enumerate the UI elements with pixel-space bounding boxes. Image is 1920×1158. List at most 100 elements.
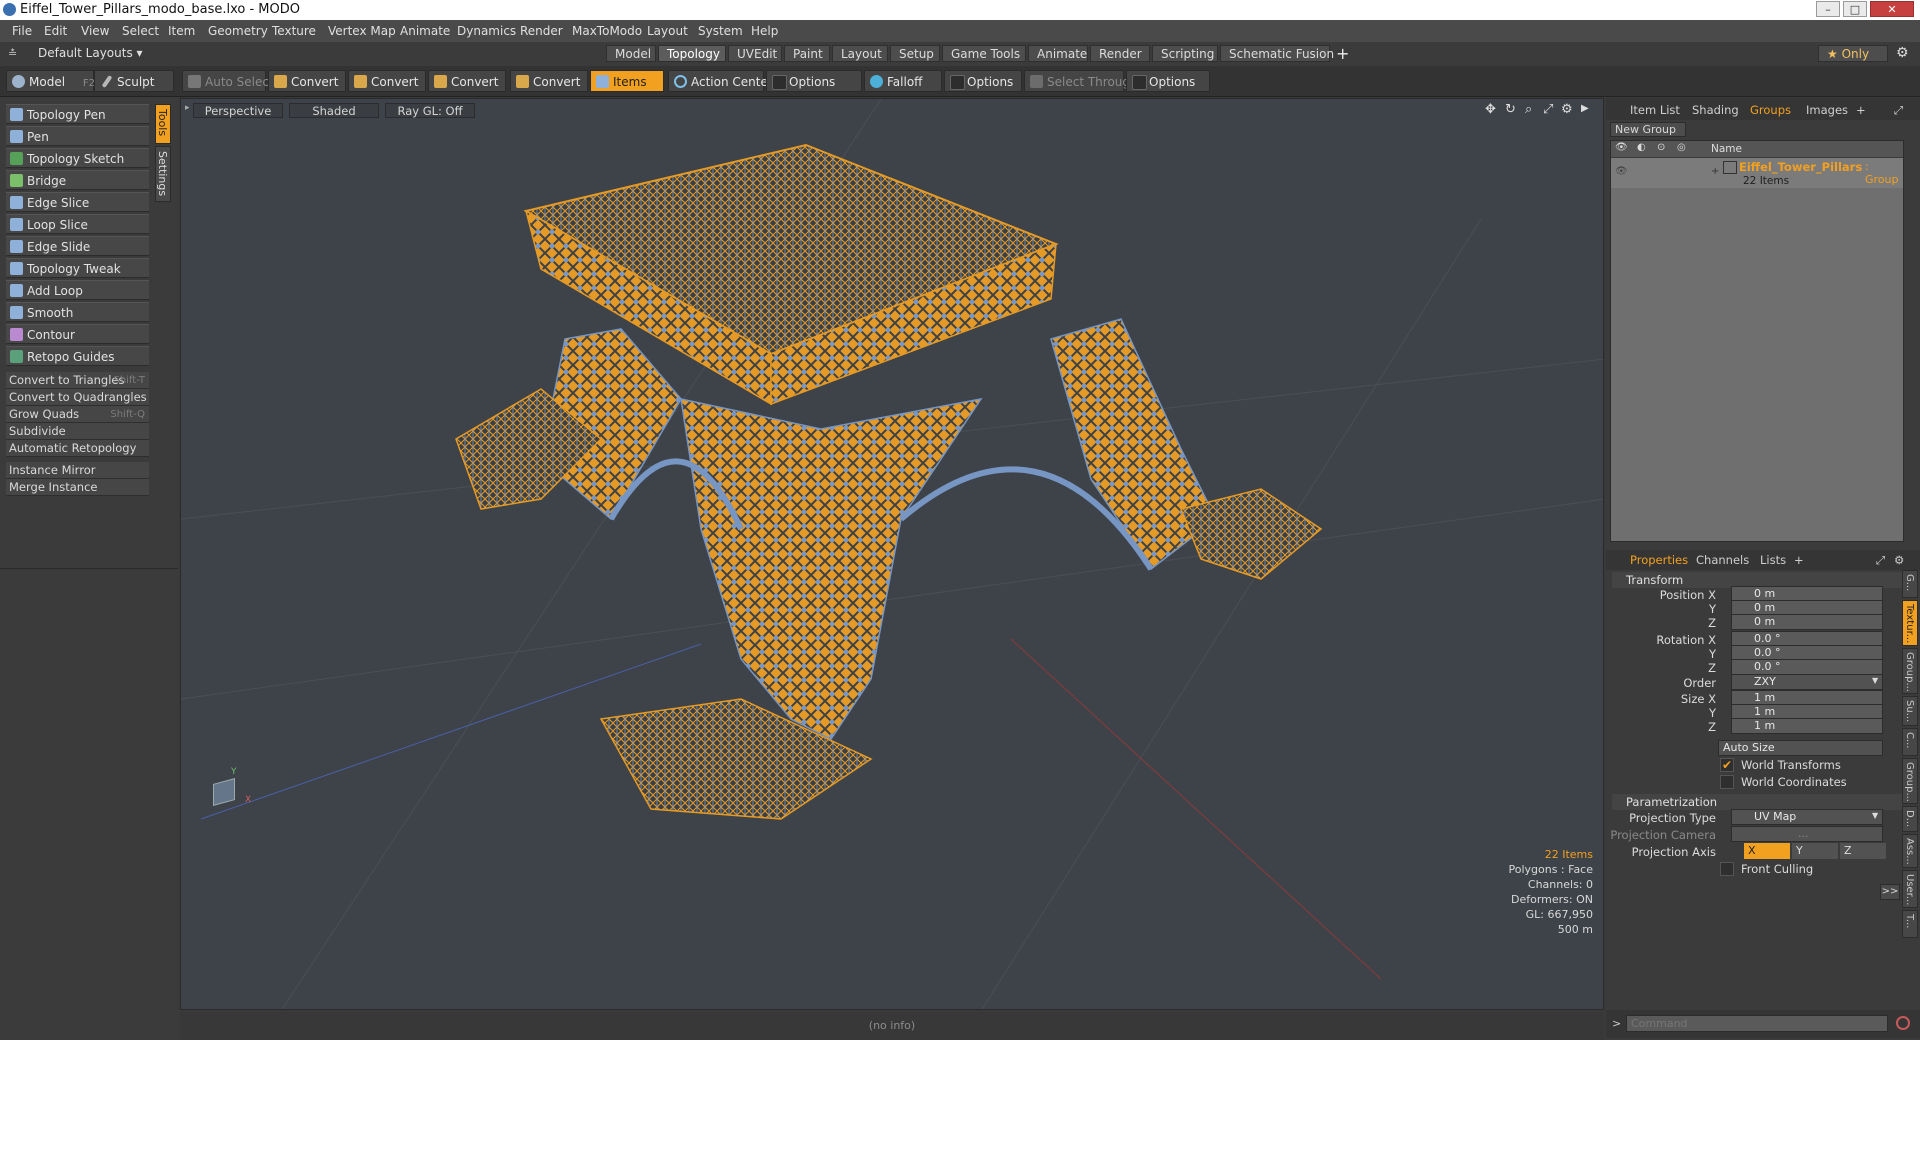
menu-edit[interactable]: Edit [44, 24, 67, 38]
more-properties-button[interactable]: >> [1880, 884, 1900, 900]
side-tab-group[interactable]: Group... [1902, 648, 1918, 694]
menu-item[interactable]: Item [168, 24, 195, 38]
falloff-button[interactable]: Falloff [864, 70, 942, 92]
menu-help[interactable]: Help [751, 24, 778, 38]
menu-view[interactable]: View [81, 24, 109, 38]
side-tab-ass[interactable]: Ass... [1902, 834, 1918, 868]
cmd-grow-quads[interactable]: Grow Quads Shift-Q [6, 406, 149, 423]
cmd-instance-mirror[interactable]: Instance Mirror [6, 462, 149, 479]
action-center-options-button[interactable]: Options [766, 70, 862, 92]
rotation-z-field[interactable]: 0.0 ° [1731, 659, 1883, 675]
cmd-merge-instance[interactable]: Merge Instance [6, 479, 149, 496]
projection-camera-dropdown[interactable]: ... [1731, 826, 1883, 842]
layout-expand-icon[interactable]: ≛ [8, 47, 17, 60]
menu-file[interactable]: File [12, 24, 32, 38]
tab-game-tools[interactable]: Game Tools [942, 45, 1026, 62]
panel-expand-icon[interactable]: ⤢ [1888, 102, 1909, 118]
tool-loop-slice[interactable]: Loop Slice [6, 214, 149, 234]
tab-properties[interactable]: Properties [1624, 552, 1694, 568]
convert-vertices-button[interactable]: Convert [268, 70, 346, 92]
order-chevron-down-icon[interactable]: ▼ [1872, 676, 1878, 685]
tab-model[interactable]: Model [606, 45, 656, 62]
tool-edge-slide[interactable]: Edge Slide [6, 236, 149, 256]
cmd-automatic-retopology[interactable]: Automatic Retopology [6, 440, 149, 457]
tool-topology-sketch[interactable]: Topology Sketch [6, 148, 149, 168]
falloff-options-button[interactable]: Options [944, 70, 1022, 92]
tool-retopo-guides[interactable]: Retopo Guides [6, 346, 149, 366]
tab-topology[interactable]: Topology [658, 45, 726, 62]
close-button[interactable]: ✕ [1870, 1, 1914, 17]
world-coordinates-checkbox[interactable] [1720, 775, 1734, 789]
items-mode-button[interactable]: Items [590, 70, 664, 92]
convert-edges-button[interactable]: Convert [348, 70, 426, 92]
tool-add-loop[interactable]: Add Loop [6, 280, 149, 300]
menu-dynamics[interactable]: Dynamics [457, 24, 516, 38]
add-tab-button[interactable]: + [1336, 44, 1349, 63]
tool-smooth[interactable]: Smooth [6, 302, 149, 322]
position-z-field[interactable]: 0 m [1731, 614, 1883, 630]
front-culling-checkbox[interactable] [1720, 862, 1734, 876]
tab-lists[interactable]: Lists [1754, 552, 1792, 568]
menu-vertex-map[interactable]: Vertex Map [328, 24, 396, 38]
maximize-button[interactable]: □ [1843, 1, 1867, 17]
tool-contour[interactable]: Contour [6, 324, 149, 344]
tab-render[interactable]: Render [1090, 45, 1150, 62]
command-input[interactable] [1626, 1015, 1888, 1032]
side-tab-texture[interactable]: Textur... [1902, 600, 1918, 646]
layout-gear-icon[interactable]: ⚙ [1896, 45, 1909, 61]
tab-scripting[interactable]: Scripting [1152, 45, 1218, 62]
menu-texture[interactable]: Texture [272, 24, 316, 38]
select-through-button[interactable]: Select Through [1024, 70, 1138, 92]
add-properties-tab-icon[interactable]: + [1788, 552, 1810, 568]
properties-gear-icon[interactable]: ⚙ [1888, 552, 1910, 568]
projection-axis-x-button[interactable]: X [1744, 843, 1790, 859]
group-visibility-toggle[interactable]: 👁 [1615, 166, 1628, 177]
order-dropdown[interactable]: ZXY [1731, 674, 1883, 690]
tab-groups[interactable]: Groups [1744, 102, 1797, 118]
menu-maxtomodo[interactable]: MaxToModo [572, 24, 642, 38]
3d-viewport[interactable]: ▸ Perspective Shaded Ray GL: Off ✥ ↻ ⌕ ⤢… [180, 98, 1604, 1010]
tab-tools-vertical[interactable]: Tools [155, 104, 171, 144]
tab-shading[interactable]: Shading [1686, 102, 1745, 118]
only-button[interactable]: ★ Only [1818, 45, 1888, 62]
model-mode-button[interactable]: Model F2 [6, 70, 95, 92]
tab-layout[interactable]: Layout [832, 45, 888, 62]
side-tab-user[interactable]: User... [1902, 870, 1918, 908]
tool-bridge[interactable]: Bridge [6, 170, 149, 190]
side-tab-su[interactable]: Su... [1902, 696, 1918, 726]
menu-system[interactable]: System [698, 24, 743, 38]
side-tab-g[interactable]: G... [1902, 570, 1918, 598]
auto-size-button[interactable]: Auto Size [1718, 740, 1883, 756]
projection-type-chevron-down-icon[interactable]: ▼ [1872, 811, 1878, 820]
action-center-button[interactable]: Action Center [668, 70, 773, 92]
tab-setup[interactable]: Setup [890, 45, 940, 62]
default-layouts-dropdown[interactable]: Default Layouts ▾ [38, 46, 143, 60]
menu-render[interactable]: Render [520, 24, 563, 38]
tool-pen[interactable]: Pen [6, 126, 149, 146]
tab-schematic-fusion[interactable]: Schematic Fusion [1220, 45, 1334, 62]
projection-type-dropdown[interactable]: UV Map [1731, 809, 1883, 825]
world-transforms-checkbox[interactable]: ✔ [1720, 758, 1734, 772]
tab-images[interactable]: Images [1800, 102, 1854, 118]
tab-uvedit[interactable]: UVEdit [728, 45, 782, 62]
tab-item-list[interactable]: Item List [1624, 102, 1686, 118]
auto-select-button[interactable]: Auto Select [182, 70, 274, 92]
tower-pillars-mesh[interactable] [181, 99, 1604, 1010]
command-history-icon[interactable] [1896, 1016, 1910, 1030]
projection-axis-y-button[interactable]: Y [1792, 843, 1838, 859]
menu-animate[interactable]: Animate [400, 24, 450, 38]
new-group-button[interactable]: New Group [1610, 122, 1686, 137]
projection-axis-z-button[interactable]: Z [1840, 843, 1886, 859]
menu-select[interactable]: Select [122, 24, 159, 38]
group-name[interactable]: Eiffel_Tower_Pillars [1739, 160, 1862, 174]
menu-geometry[interactable]: Geometry [208, 24, 268, 38]
group-expand-icon[interactable]: + [1711, 166, 1719, 177]
cmd-subdivide[interactable]: Subdivide [6, 423, 149, 440]
tab-animate[interactable]: Animate [1028, 45, 1088, 62]
group-row[interactable]: 👁 + Eiffel_Tower_Pillars : Group 22 Item… [1611, 158, 1903, 188]
tab-paint[interactable]: Paint [784, 45, 830, 62]
select-through-options-button[interactable]: Options [1126, 70, 1210, 92]
tab-channels[interactable]: Channels [1690, 552, 1755, 568]
side-tab-c[interactable]: C... [1902, 728, 1918, 756]
tool-topology-pen[interactable]: Topology Pen [6, 104, 149, 124]
